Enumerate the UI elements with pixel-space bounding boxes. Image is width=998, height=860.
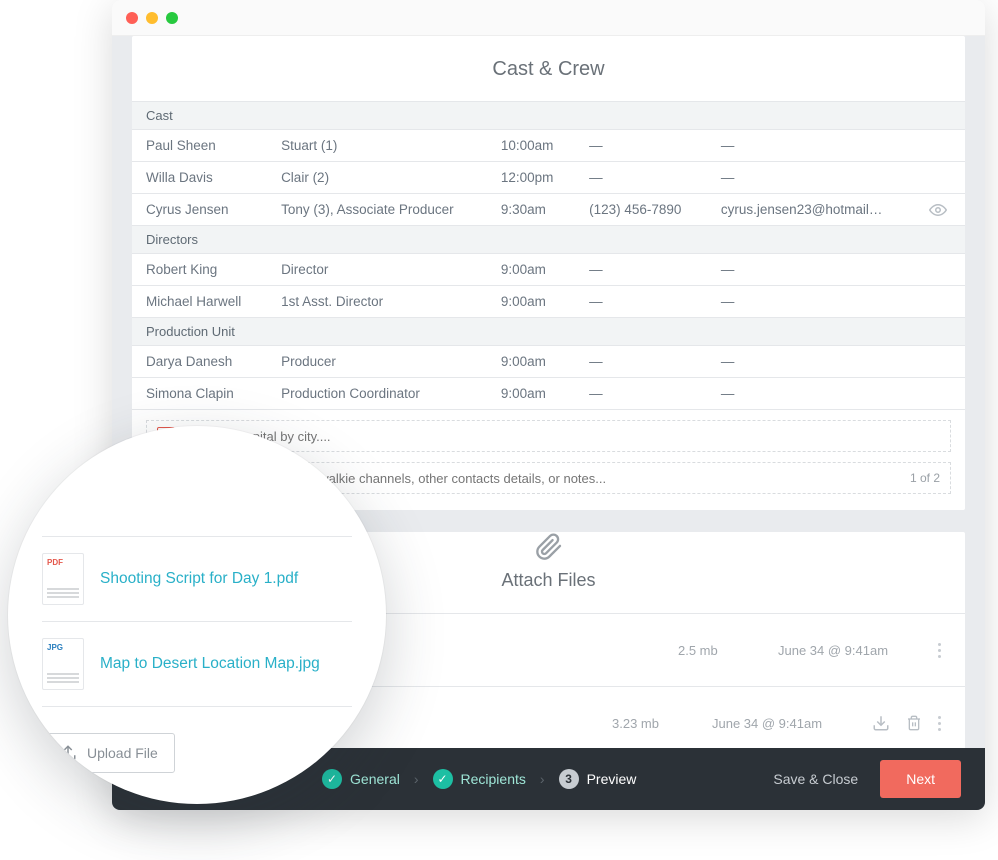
download-icon[interactable] xyxy=(872,714,890,732)
zoom-window-dot[interactable] xyxy=(166,12,178,24)
next-button[interactable]: Next xyxy=(880,760,961,798)
cast-crew-table: Cast Paul Sheen Stuart (1) 10:00am — — W… xyxy=(132,101,965,410)
file-thumb-jpg: JPG xyxy=(42,638,84,690)
trash-icon[interactable] xyxy=(906,714,922,732)
file-row[interactable]: JPG Map to Desert Location Map.jpg xyxy=(42,622,352,707)
table-row[interactable]: Robert King Director 9:00am — — xyxy=(132,254,965,286)
cast-crew-title: Cast & Crew xyxy=(132,36,965,101)
kebab-icon[interactable] xyxy=(938,716,941,731)
table-row[interactable]: Darya Danesh Producer 9:00am — — xyxy=(132,346,965,378)
step-recipients[interactable]: ✓ Recipients xyxy=(433,769,526,789)
section-header: Cast xyxy=(132,102,965,130)
upload-icon xyxy=(59,744,77,762)
save-close-button[interactable]: Save & Close xyxy=(773,771,858,787)
paperclip-icon xyxy=(535,532,563,562)
mac-titlebar xyxy=(112,0,985,36)
step-general[interactable]: ✓ General xyxy=(322,769,400,789)
file-date: June 34 @ 9:41am xyxy=(778,643,938,658)
file-thumb-pdf: PDF xyxy=(42,553,84,605)
zoom-overlay: PDF Shooting Script for Day 1.pdf JPG Ma… xyxy=(8,426,386,804)
close-window-dot[interactable] xyxy=(126,12,138,24)
file-size: 3.23 mb xyxy=(612,716,712,731)
kebab-icon[interactable] xyxy=(938,643,941,658)
file-date: June 34 @ 9:41am xyxy=(712,716,872,731)
file-size: 2.5 mb xyxy=(678,643,778,658)
section-header: Directors xyxy=(132,226,965,254)
table-row[interactable]: Cyrus Jensen Tony (3), Associate Produce… xyxy=(132,194,965,226)
upload-file-button[interactable]: Upload File xyxy=(42,733,175,773)
hospital-search-input[interactable] xyxy=(185,428,940,445)
section-header: Production Unit xyxy=(132,318,965,346)
table-row[interactable]: Michael Harwell 1st Asst. Director 9:00a… xyxy=(132,286,965,318)
page-count: 1 of 2 xyxy=(910,471,940,485)
table-row[interactable]: Willa Davis Clair (2) 12:00pm — — xyxy=(132,162,965,194)
stepper: ✓ General › ✓ Recipients › 3 Preview xyxy=(322,769,636,789)
upload-label: Upload File xyxy=(87,745,158,761)
file-name[interactable]: Map to Desert Location Map.jpg xyxy=(100,655,352,673)
check-icon: ✓ xyxy=(433,769,453,789)
file-row[interactable]: PDF Shooting Script for Day 1.pdf xyxy=(42,536,352,622)
file-name[interactable]: Shooting Script for Day 1.pdf xyxy=(100,570,352,588)
step-number-badge: 3 xyxy=(559,769,579,789)
step-preview[interactable]: 3 Preview xyxy=(559,769,637,789)
table-row[interactable]: Paul Sheen Stuart (1) 10:00am — — xyxy=(132,130,965,162)
table-row[interactable]: Simona Clapin Production Coordinator 9:0… xyxy=(132,378,965,410)
chevron-right-icon: › xyxy=(414,771,419,787)
chevron-right-icon: › xyxy=(540,771,545,787)
check-icon: ✓ xyxy=(322,769,342,789)
eye-icon[interactable] xyxy=(915,194,965,226)
minimize-window-dot[interactable] xyxy=(146,12,158,24)
